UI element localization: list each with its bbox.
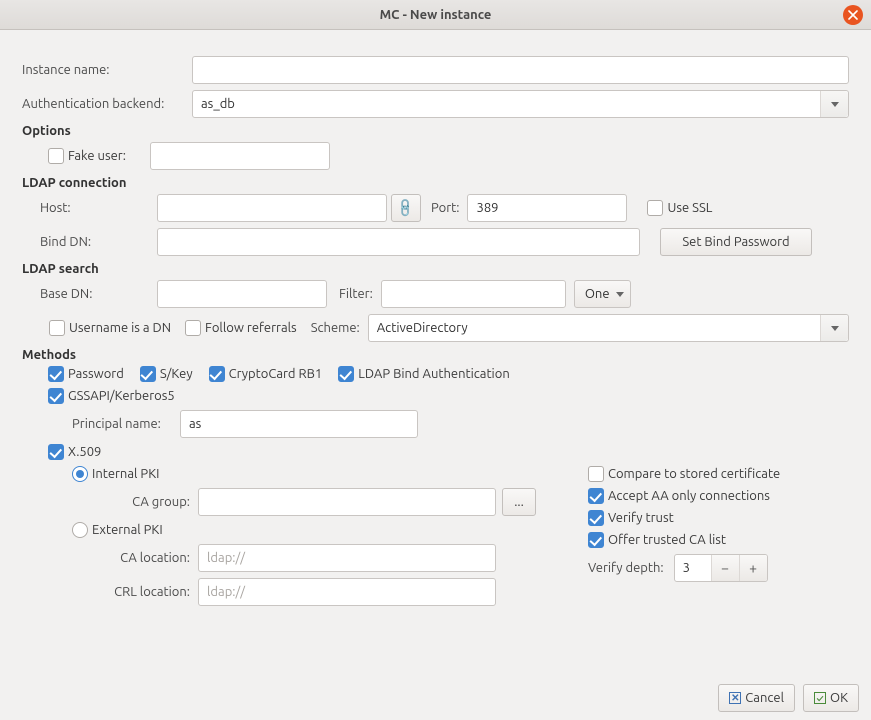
- offer-trusted-checkbox[interactable]: Offer trusted CA list: [588, 532, 726, 548]
- ldap-search-heading: LDAP search: [22, 262, 849, 276]
- gssapi-checkbox[interactable]: GSSAPI/Kerberos5: [48, 388, 175, 404]
- link-icon: 🔗: [395, 197, 417, 219]
- options-heading: Options: [22, 124, 849, 138]
- use-ssl-checkbox[interactable]: Use SSL: [647, 200, 712, 216]
- cancel-button[interactable]: ✕ Cancel: [718, 684, 795, 712]
- ca-location-label: CA location:: [96, 551, 190, 565]
- plus-icon[interactable]: +: [739, 555, 767, 581]
- checkbox-icon: [338, 366, 354, 382]
- filter-label: Filter:: [339, 287, 373, 301]
- checkbox-icon: [588, 488, 604, 504]
- chevron-down-icon: [820, 315, 848, 341]
- compare-stored-checkbox[interactable]: Compare to stored certificate: [588, 466, 780, 482]
- port-label: Port:: [431, 201, 459, 215]
- host-input[interactable]: [157, 194, 387, 222]
- follow-referrals-checkbox[interactable]: Follow referrals: [185, 320, 297, 336]
- checkbox-icon: [209, 366, 225, 382]
- base-dn-label: Base DN:: [40, 287, 157, 301]
- host-label: Host:: [40, 201, 157, 215]
- ca-group-label: CA group:: [96, 495, 190, 509]
- verify-depth-stepper[interactable]: − +: [674, 554, 768, 582]
- verify-depth-input[interactable]: [675, 555, 711, 581]
- username-is-dn-checkbox[interactable]: Username is a DN: [49, 320, 171, 336]
- internal-pki-radio[interactable]: Internal PKI: [72, 466, 159, 482]
- checkbox-icon: [588, 510, 604, 526]
- principal-name-input[interactable]: [180, 410, 418, 438]
- ca-location-input: [198, 544, 496, 572]
- chevron-down-icon: [820, 91, 848, 117]
- crl-location-label: CRL location:: [96, 585, 190, 599]
- checkbox-icon: [48, 444, 64, 460]
- fake-user-checkbox[interactable]: Fake user:: [48, 148, 126, 164]
- ok-button[interactable]: ✓ OK: [803, 684, 859, 712]
- scheme-label: Scheme:: [311, 321, 360, 335]
- dialog-footer: ✕ Cancel ✓ OK: [0, 676, 871, 720]
- bind-dn-label: Bind DN:: [40, 235, 157, 249]
- radio-icon: [72, 466, 88, 482]
- checkbox-icon: [49, 320, 65, 336]
- methods-heading: Methods: [22, 348, 849, 362]
- titlebar: MC - New instance: [0, 0, 871, 30]
- password-checkbox[interactable]: Password: [48, 366, 124, 382]
- instance-name-input[interactable]: [192, 56, 849, 84]
- checkbox-icon: [48, 366, 64, 382]
- cancel-icon: ✕: [729, 692, 741, 704]
- checkbox-icon: [647, 200, 663, 216]
- cryptocard-checkbox[interactable]: CryptoCard RB1: [209, 366, 323, 382]
- scope-value: One: [585, 287, 610, 301]
- auth-backend-select[interactable]: as_db: [192, 90, 849, 118]
- scheme-select[interactable]: ActiveDirectory: [368, 314, 849, 342]
- ca-group-input[interactable]: [198, 488, 496, 516]
- fake-user-label: Fake user:: [68, 149, 126, 163]
- auth-backend-label: Authentication backend:: [22, 97, 192, 111]
- radio-icon: [72, 522, 88, 538]
- checkbox-icon: [185, 320, 201, 336]
- verify-depth-label: Verify depth:: [588, 561, 664, 575]
- checkbox-icon: [140, 366, 156, 382]
- ldap-connection-heading: LDAP connection: [22, 176, 849, 190]
- skey-checkbox[interactable]: S/Key: [140, 366, 193, 382]
- principal-name-label: Principal name:: [72, 417, 180, 431]
- bind-dn-input[interactable]: [157, 228, 640, 256]
- minus-icon[interactable]: −: [711, 555, 739, 581]
- accept-aa-checkbox[interactable]: Accept AA only connections: [588, 488, 770, 504]
- verify-trust-checkbox[interactable]: Verify trust: [588, 510, 674, 526]
- ok-icon: ✓: [814, 692, 826, 704]
- external-pki-radio[interactable]: External PKI: [72, 522, 163, 538]
- host-link-button[interactable]: 🔗: [391, 194, 421, 222]
- username-is-dn-label: Username is a DN: [69, 321, 171, 335]
- scheme-value: ActiveDirectory: [377, 321, 468, 335]
- scope-select[interactable]: One: [574, 280, 631, 308]
- close-icon[interactable]: [843, 5, 863, 25]
- window-title: MC - New instance: [380, 8, 492, 22]
- set-bind-password-button[interactable]: Set Bind Password: [660, 228, 812, 256]
- auth-backend-value: as_db: [201, 97, 235, 111]
- chevron-down-icon: [616, 292, 624, 297]
- follow-referrals-label: Follow referrals: [205, 321, 297, 335]
- filter-input[interactable]: [381, 280, 566, 308]
- base-dn-input[interactable]: [157, 280, 327, 308]
- port-input[interactable]: [467, 194, 627, 222]
- crl-location-input: [198, 578, 496, 606]
- checkbox-icon: [48, 148, 64, 164]
- checkbox-icon: [48, 388, 64, 404]
- instance-name-label: Instance name:: [22, 63, 192, 77]
- fake-user-input[interactable]: [150, 142, 330, 170]
- checkbox-icon: [588, 532, 604, 548]
- use-ssl-label: Use SSL: [667, 201, 712, 215]
- x509-checkbox[interactable]: X.509: [48, 444, 101, 460]
- checkbox-icon: [588, 466, 604, 482]
- ldap-bind-auth-checkbox[interactable]: LDAP Bind Authentication: [338, 366, 510, 382]
- ca-group-browse-button[interactable]: ...: [502, 488, 536, 516]
